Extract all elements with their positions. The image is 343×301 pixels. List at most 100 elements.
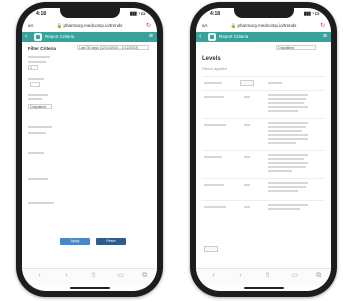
forward-nav-icon[interactable]: › xyxy=(237,272,245,280)
table-cell xyxy=(268,138,308,140)
reset-button[interactable]: Reset xyxy=(96,238,126,245)
browser-url-bar[interactable]: aA 🔒 pharmacy.medcomp.io/trends ↻ xyxy=(196,20,331,31)
table-cell xyxy=(204,156,222,158)
table-cell xyxy=(268,208,300,210)
header-title: Report Criteria xyxy=(219,34,249,39)
filter-form: Filter Criteria Last 30 days (12/14/2021… xyxy=(22,42,157,267)
table-cell xyxy=(268,126,306,128)
tabs-icon[interactable]: ⧉ xyxy=(315,272,323,280)
field-label xyxy=(28,98,42,100)
table-row xyxy=(202,150,325,151)
home-indicator xyxy=(69,287,110,289)
reader-icon[interactable]: aA xyxy=(202,23,208,28)
bookmarks-icon[interactable]: ▭ xyxy=(117,272,125,280)
table-cell xyxy=(268,186,306,188)
phone-left: 4:18 ▮▮▮ ◔ ▭ aA 🔒 pharmacy.medcomp.io/tr… xyxy=(16,2,163,297)
field-label xyxy=(28,202,54,204)
table-cell xyxy=(244,96,250,98)
table-cell xyxy=(268,106,308,108)
table-header-cell xyxy=(268,82,282,84)
table-divider xyxy=(202,76,325,77)
field-label xyxy=(28,94,48,96)
table-cell xyxy=(268,182,308,184)
table-cell xyxy=(268,154,308,156)
reader-icon[interactable]: aA xyxy=(28,23,34,28)
table-cell xyxy=(268,110,298,112)
table-cell xyxy=(204,96,224,98)
back-nav-icon[interactable]: ‹ xyxy=(210,272,218,280)
table-cell xyxy=(204,206,226,208)
phone-left-screen: 4:18 ▮▮▮ ◔ ▭ aA 🔒 pharmacy.medcomp.io/tr… xyxy=(22,8,157,291)
app-header: ‹ Report Criteria ≡ xyxy=(196,32,331,42)
field-label xyxy=(28,152,44,154)
reload-icon[interactable]: ↻ xyxy=(146,22,151,29)
signal-battery-icon: ▮▮▮ ◔ ▭ xyxy=(129,11,146,17)
share-icon[interactable]: ⇧ xyxy=(90,272,98,280)
field-label xyxy=(28,126,52,128)
table-cell xyxy=(268,130,302,132)
header-title: Report Criteria xyxy=(45,34,75,39)
home-indicator xyxy=(243,287,284,289)
table-header-cell xyxy=(204,82,222,84)
table-cell xyxy=(268,166,306,168)
browser-toolbar: ‹ › ⇧ ▭ ⧉ xyxy=(196,268,331,285)
table-row xyxy=(202,118,325,119)
table-cell xyxy=(268,134,308,136)
back-icon[interactable]: ‹ xyxy=(199,33,201,41)
url-text[interactable]: 🔒 pharmacy.medcomp.io/trends xyxy=(212,23,315,29)
apply-button[interactable]: Apply xyxy=(60,238,90,245)
bookmarks-icon[interactable]: ▭ xyxy=(291,272,299,280)
option-checkbox[interactable] xyxy=(30,82,40,87)
table-header-cell xyxy=(240,80,254,86)
table-cell xyxy=(244,206,250,208)
table-cell xyxy=(244,184,250,186)
table-cell xyxy=(268,102,304,104)
results-heading: Levels xyxy=(202,56,221,62)
table-cell xyxy=(204,124,226,126)
table-cell xyxy=(268,98,306,100)
tabs-icon[interactable]: ⧉ xyxy=(141,272,149,280)
field-label xyxy=(28,178,48,180)
table-cell xyxy=(244,156,250,158)
menu-icon[interactable]: ≡ xyxy=(323,32,327,41)
table-cell xyxy=(268,190,298,192)
back-nav-icon[interactable]: ‹ xyxy=(36,272,44,280)
menu-icon[interactable]: ≡ xyxy=(149,32,153,41)
pagination-control[interactable] xyxy=(204,246,218,252)
forward-nav-icon[interactable]: › xyxy=(63,272,71,280)
table-cell xyxy=(244,124,250,126)
field-label xyxy=(28,78,44,80)
browser-url-bar[interactable]: aA 🔒 pharmacy.medcomp.io/trends ↻ xyxy=(22,20,157,31)
table-cell xyxy=(268,162,308,164)
table-cell xyxy=(268,122,308,124)
notch xyxy=(233,8,294,18)
status-time: 4:18 xyxy=(210,11,221,17)
form-title: Filter Criteria xyxy=(28,46,57,51)
url-text[interactable]: 🔒 pharmacy.medcomp.io/trends xyxy=(38,23,141,29)
table-cell xyxy=(268,170,292,172)
field-label xyxy=(28,132,46,134)
table-row xyxy=(202,90,325,91)
share-icon[interactable]: ⇧ xyxy=(264,272,272,280)
app-header: ‹ Report Criteria ≡ xyxy=(22,32,157,42)
app-logo-icon xyxy=(208,33,216,41)
table-cell xyxy=(268,204,308,206)
reload-icon[interactable]: ↻ xyxy=(320,22,325,29)
app-logo-icon xyxy=(34,33,42,41)
setting-select[interactable]: Outpatient xyxy=(28,104,52,109)
count-input[interactable]: 1 xyxy=(28,65,38,70)
results-subtitle: Filters applied xyxy=(202,66,227,71)
signal-battery-icon: ▮▮▮ ◔ ▭ xyxy=(303,11,320,17)
notch xyxy=(59,8,120,18)
field-label xyxy=(28,61,46,63)
facility-select[interactable]: Outpatient xyxy=(276,45,316,50)
phone-right: 4:18 ▮▮▮ ◔ ▭ aA 🔒 pharmacy.medcomp.io/tr… xyxy=(190,2,337,297)
results-view: Outpatient Levels Filters applied xyxy=(196,42,331,267)
field-label xyxy=(28,56,50,58)
phone-right-screen: 4:18 ▮▮▮ ◔ ▭ aA 🔒 pharmacy.medcomp.io/tr… xyxy=(196,8,331,291)
back-icon[interactable]: ‹ xyxy=(25,33,27,41)
date-range-select[interactable]: Last 30 days (12/14/2021 - 1/12/2022) xyxy=(77,45,149,50)
table-row xyxy=(202,200,325,201)
table-cell xyxy=(204,184,224,186)
status-time: 4:18 xyxy=(36,11,47,17)
